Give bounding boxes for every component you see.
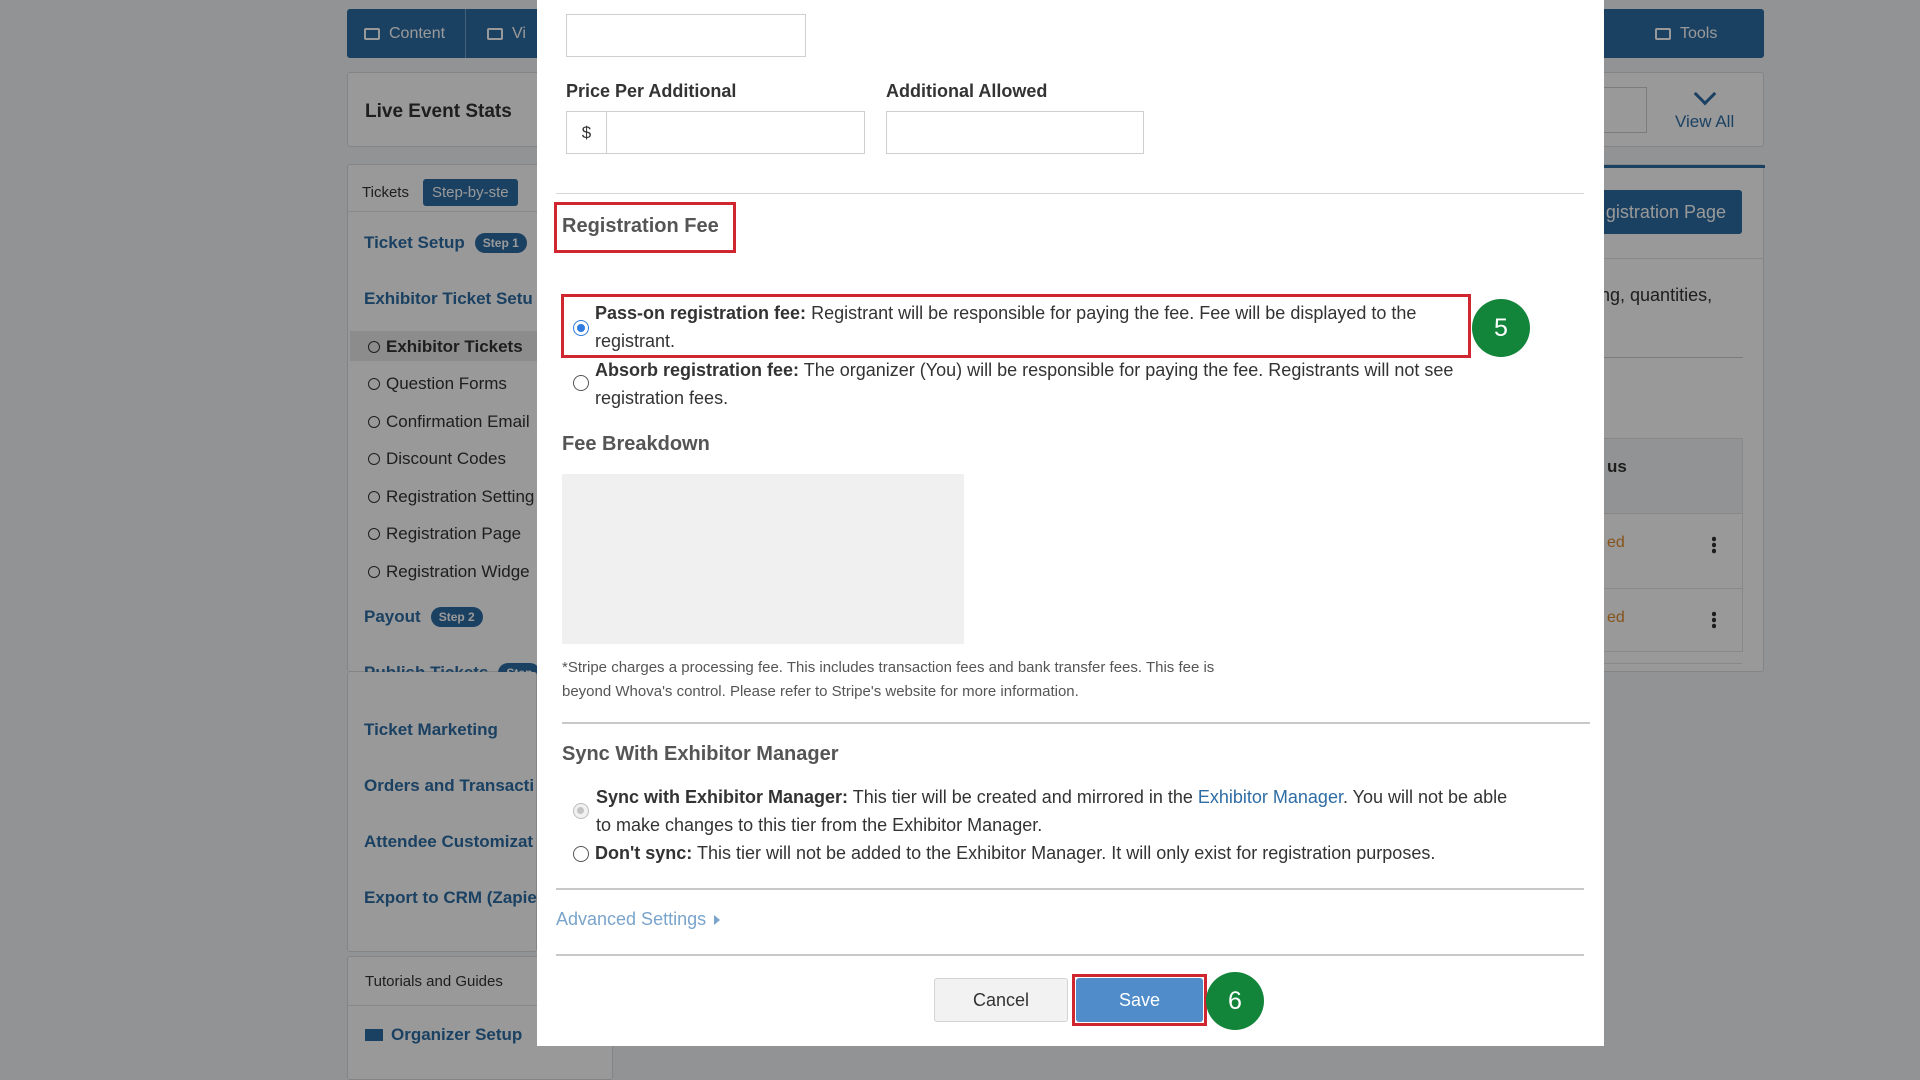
section-divider <box>556 193 1584 194</box>
fee-breakdown-heading: Fee Breakdown <box>562 433 710 455</box>
step-badge-5: 5 <box>1472 299 1530 357</box>
stripe-note: *Stripe charges a processing fee. This i… <box>562 659 1215 700</box>
step-badge-6: 6 <box>1206 972 1264 1030</box>
additional-allowed-label: Additional Allowed <box>886 81 1048 101</box>
cancel-button[interactable]: Cancel <box>934 978 1068 1022</box>
price-per-additional-input[interactable]: $ <box>566 111 865 154</box>
exhibitor-manager-link[interactable]: Exhibitor Manager <box>1198 787 1343 807</box>
advanced-settings-toggle[interactable]: Advanced Settings <box>556 909 721 930</box>
absorb-fee-radio[interactable] <box>573 375 589 391</box>
section-divider <box>556 888 1584 890</box>
price-per-additional-label: Price Per Additional <box>566 81 737 101</box>
pass-on-fee-radio[interactable] <box>573 320 589 336</box>
sync-option[interactable]: Sync with Exhibitor Manager: This tier w… <box>596 783 1516 839</box>
dont-sync-radio[interactable] <box>573 846 589 862</box>
ticket-modal: Price Per Additional $ Additional Allowe… <box>537 0 1604 1046</box>
currency-addon: $ <box>567 112 607 153</box>
pass-on-fee-option[interactable]: Pass-on registration fee: Registrant wil… <box>595 299 1455 355</box>
section-divider <box>562 722 1590 724</box>
fee-breakdown-box <box>562 474 964 644</box>
registration-fee-heading: Registration Fee <box>562 215 719 237</box>
top-input[interactable] <box>566 14 806 57</box>
caret-right-icon <box>714 914 721 925</box>
save-button[interactable]: Save <box>1076 978 1203 1022</box>
dont-sync-option[interactable]: Don't sync: This tier will not be added … <box>595 839 1575 867</box>
sync-heading: Sync With Exhibitor Manager <box>562 743 839 765</box>
section-divider <box>556 954 1584 956</box>
absorb-fee-option[interactable]: Absorb registration fee: The organizer (… <box>595 356 1535 412</box>
sync-radio[interactable] <box>573 803 589 819</box>
additional-allowed-input[interactable] <box>886 111 1144 154</box>
